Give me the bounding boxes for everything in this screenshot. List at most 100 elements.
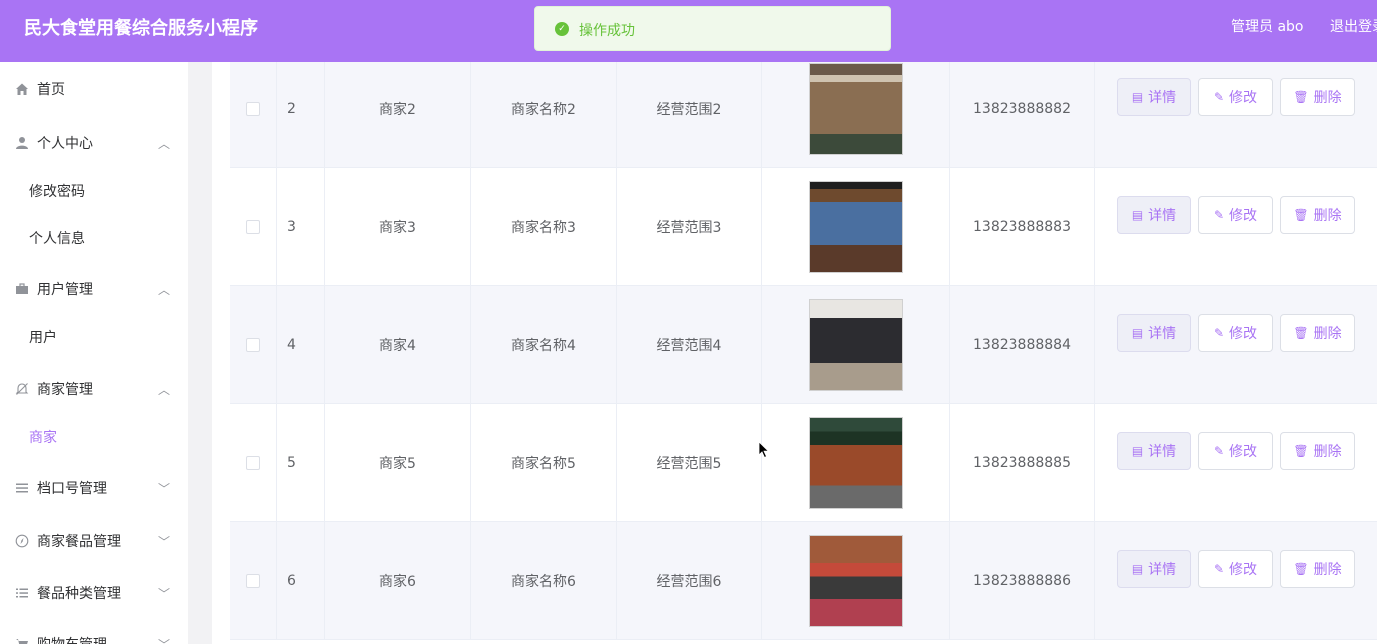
sidebar-item-personal-info[interactable]: 个人信息 xyxy=(0,218,188,258)
sidebar-item-stall-mgmt[interactable]: 档口号管理 ﹀ xyxy=(0,468,188,508)
sidebar-item-category-mgmt[interactable]: 餐品种类管理 ﹀ xyxy=(0,573,188,613)
sidebar-item-label: 修改密码 xyxy=(29,184,85,200)
edit-button[interactable]: ✎ 修改 xyxy=(1198,196,1273,234)
index-text: 6 xyxy=(287,573,296,589)
edit-button[interactable]: ✎ 修改 xyxy=(1198,314,1273,352)
table-row: 2 商家2 商家名称2 经营范围2 13823888882 ▤ 详情 ✎ 修改 🗑 删… xyxy=(230,62,1377,168)
delete-label: 删除 xyxy=(1313,208,1342,224)
storefront-image[interactable] xyxy=(808,63,903,155)
sidebar-menu: 首页 个人中心 ︿ 修改密码 个人信息 用户管理 ︿ 用户 商家管理 ︿ 商家 xyxy=(0,62,188,644)
row-index: 4 xyxy=(277,286,325,404)
merchant-name: 商家名称4 xyxy=(471,286,617,404)
merchant-phone: 13823888886 xyxy=(950,522,1095,640)
row-actions: ▤ 详情 ✎ 修改 🗑 删除 xyxy=(1095,168,1377,286)
table-row: 5 商家5 商家名称5 经营范围5 13823888885 ▤ 详情 ✎ 修改 🗑 删… xyxy=(230,404,1377,522)
sidebar-item-cart-mgmt[interactable]: 购物车管理 ﹀ xyxy=(0,624,188,644)
edit-button[interactable]: ✎ 修改 xyxy=(1198,550,1273,588)
merchant-phone: 13823888883 xyxy=(950,168,1095,286)
business-scope: 经营范围4 xyxy=(617,286,762,404)
detail-button[interactable]: ▤ 详情 xyxy=(1117,550,1191,588)
detail-label: 详情 xyxy=(1148,562,1177,578)
storefront-image-cell xyxy=(762,286,950,404)
document-icon: ▤ xyxy=(1131,562,1144,576)
scope-text: 经营范围5 xyxy=(656,456,722,472)
delete-button[interactable]: 🗑 删除 xyxy=(1280,196,1355,234)
list-icon xyxy=(14,585,30,601)
table-row: 3 商家3 商家名称3 经营范围3 13823888883 ▤ 详情 ✎ 修改 🗑 删… xyxy=(230,168,1377,286)
logout-link[interactable]: 退出登录 xyxy=(1330,16,1377,36)
sidebar-item-home[interactable]: 首页 xyxy=(0,69,188,109)
trash-icon: 🗑 xyxy=(1293,326,1309,340)
sidebar-item-meal-mgmt[interactable]: 商家餐品管理 ﹀ xyxy=(0,521,188,561)
sidebar-item-user-mgmt[interactable]: 用户管理 ︿ xyxy=(0,269,188,309)
merchant-name: 商家名称2 xyxy=(471,62,617,168)
row-checkbox[interactable] xyxy=(246,102,260,116)
sidebar-item-label: 餐品种类管理 xyxy=(37,586,121,602)
detail-button[interactable]: ▤ 详情 xyxy=(1117,432,1191,470)
edit-button[interactable]: ✎ 修改 xyxy=(1198,78,1273,116)
row-checkbox[interactable] xyxy=(246,338,260,352)
sidebar-item-merchant-mgmt[interactable]: 商家管理 ︿ xyxy=(0,369,188,409)
business-scope: 经营范围5 xyxy=(617,404,762,522)
sidebar-item-merchant[interactable]: 商家 xyxy=(0,417,188,457)
edit-label: 修改 xyxy=(1229,562,1258,578)
delete-label: 删除 xyxy=(1313,562,1342,578)
storefront-image[interactable] xyxy=(808,535,903,627)
index-text: 5 xyxy=(287,455,296,471)
chevron-up-icon: ︿ xyxy=(158,282,171,297)
row-checkbox-cell xyxy=(230,168,277,286)
table-row: 4 商家4 商家名称4 经营范围4 13823888884 ▤ 详情 ✎ 修改 🗑 删… xyxy=(230,286,1377,404)
phone-text: 13823888884 xyxy=(973,337,1071,353)
account-text: 商家2 xyxy=(379,102,416,118)
edit-button[interactable]: ✎ 修改 xyxy=(1198,432,1273,470)
delete-button[interactable]: 🗑 删除 xyxy=(1280,432,1355,470)
row-checkbox-cell xyxy=(230,522,277,640)
pencil-icon: ✎ xyxy=(1213,326,1225,340)
business-scope: 经营范围2 xyxy=(617,62,762,168)
merchant-phone: 13823888884 xyxy=(950,286,1095,404)
success-check-icon: ✓ xyxy=(555,22,569,36)
edit-label: 修改 xyxy=(1229,208,1258,224)
home-icon xyxy=(14,81,30,97)
row-checkbox[interactable] xyxy=(246,574,260,588)
sidebar-item-label: 档口号管理 xyxy=(37,481,107,497)
business-scope: 经营范围3 xyxy=(617,168,762,286)
storefront-image[interactable] xyxy=(808,299,903,391)
sidebar-item-label: 商家 xyxy=(29,430,57,446)
sidebar-item-change-password[interactable]: 修改密码 xyxy=(0,171,188,211)
main-content: 2 商家2 商家名称2 经营范围2 13823888882 ▤ 详情 ✎ 修改 🗑 删… xyxy=(212,62,1377,644)
sidebar-item-label: 个人中心 xyxy=(37,136,93,152)
phone-text: 13823888885 xyxy=(973,455,1071,471)
storefront-image[interactable] xyxy=(808,181,903,273)
storefront-image-cell xyxy=(762,62,950,168)
sidebar-divider xyxy=(188,62,212,644)
row-checkbox[interactable] xyxy=(246,220,260,234)
sidebar-item-label: 商家管理 xyxy=(37,382,93,398)
detail-label: 详情 xyxy=(1148,444,1177,460)
trash-icon: 🗑 xyxy=(1293,90,1309,104)
sidebar-item-label: 用户管理 xyxy=(37,282,93,298)
detail-button[interactable]: ▤ 详情 xyxy=(1117,196,1191,234)
sidebar-item-user[interactable]: 用户 xyxy=(0,317,188,357)
briefcase-icon xyxy=(14,281,30,297)
pencil-icon: ✎ xyxy=(1213,444,1225,458)
pencil-icon: ✎ xyxy=(1213,90,1225,104)
sidebar-item-personal-center[interactable]: 个人中心 ︿ xyxy=(0,123,188,163)
row-index: 3 xyxy=(277,168,325,286)
phone-text: 13823888883 xyxy=(973,219,1071,235)
delete-button[interactable]: 🗑 删除 xyxy=(1280,314,1355,352)
name-text: 商家名称2 xyxy=(511,102,576,118)
row-checkbox[interactable] xyxy=(246,456,260,470)
detail-button[interactable]: ▤ 详情 xyxy=(1117,78,1191,116)
edit-label: 修改 xyxy=(1229,444,1258,460)
row-index: 2 xyxy=(277,62,325,168)
storefront-image[interactable] xyxy=(808,417,903,509)
storefront-image-cell xyxy=(762,404,950,522)
name-text: 商家名称6 xyxy=(511,574,576,590)
detail-button[interactable]: ▤ 详情 xyxy=(1117,314,1191,352)
delete-button[interactable]: 🗑 删除 xyxy=(1280,550,1355,588)
scope-text: 经营范围3 xyxy=(656,220,722,236)
delete-button[interactable]: 🗑 删除 xyxy=(1280,78,1355,116)
phone-text: 13823888886 xyxy=(973,573,1071,589)
account-text: 商家6 xyxy=(379,574,416,590)
